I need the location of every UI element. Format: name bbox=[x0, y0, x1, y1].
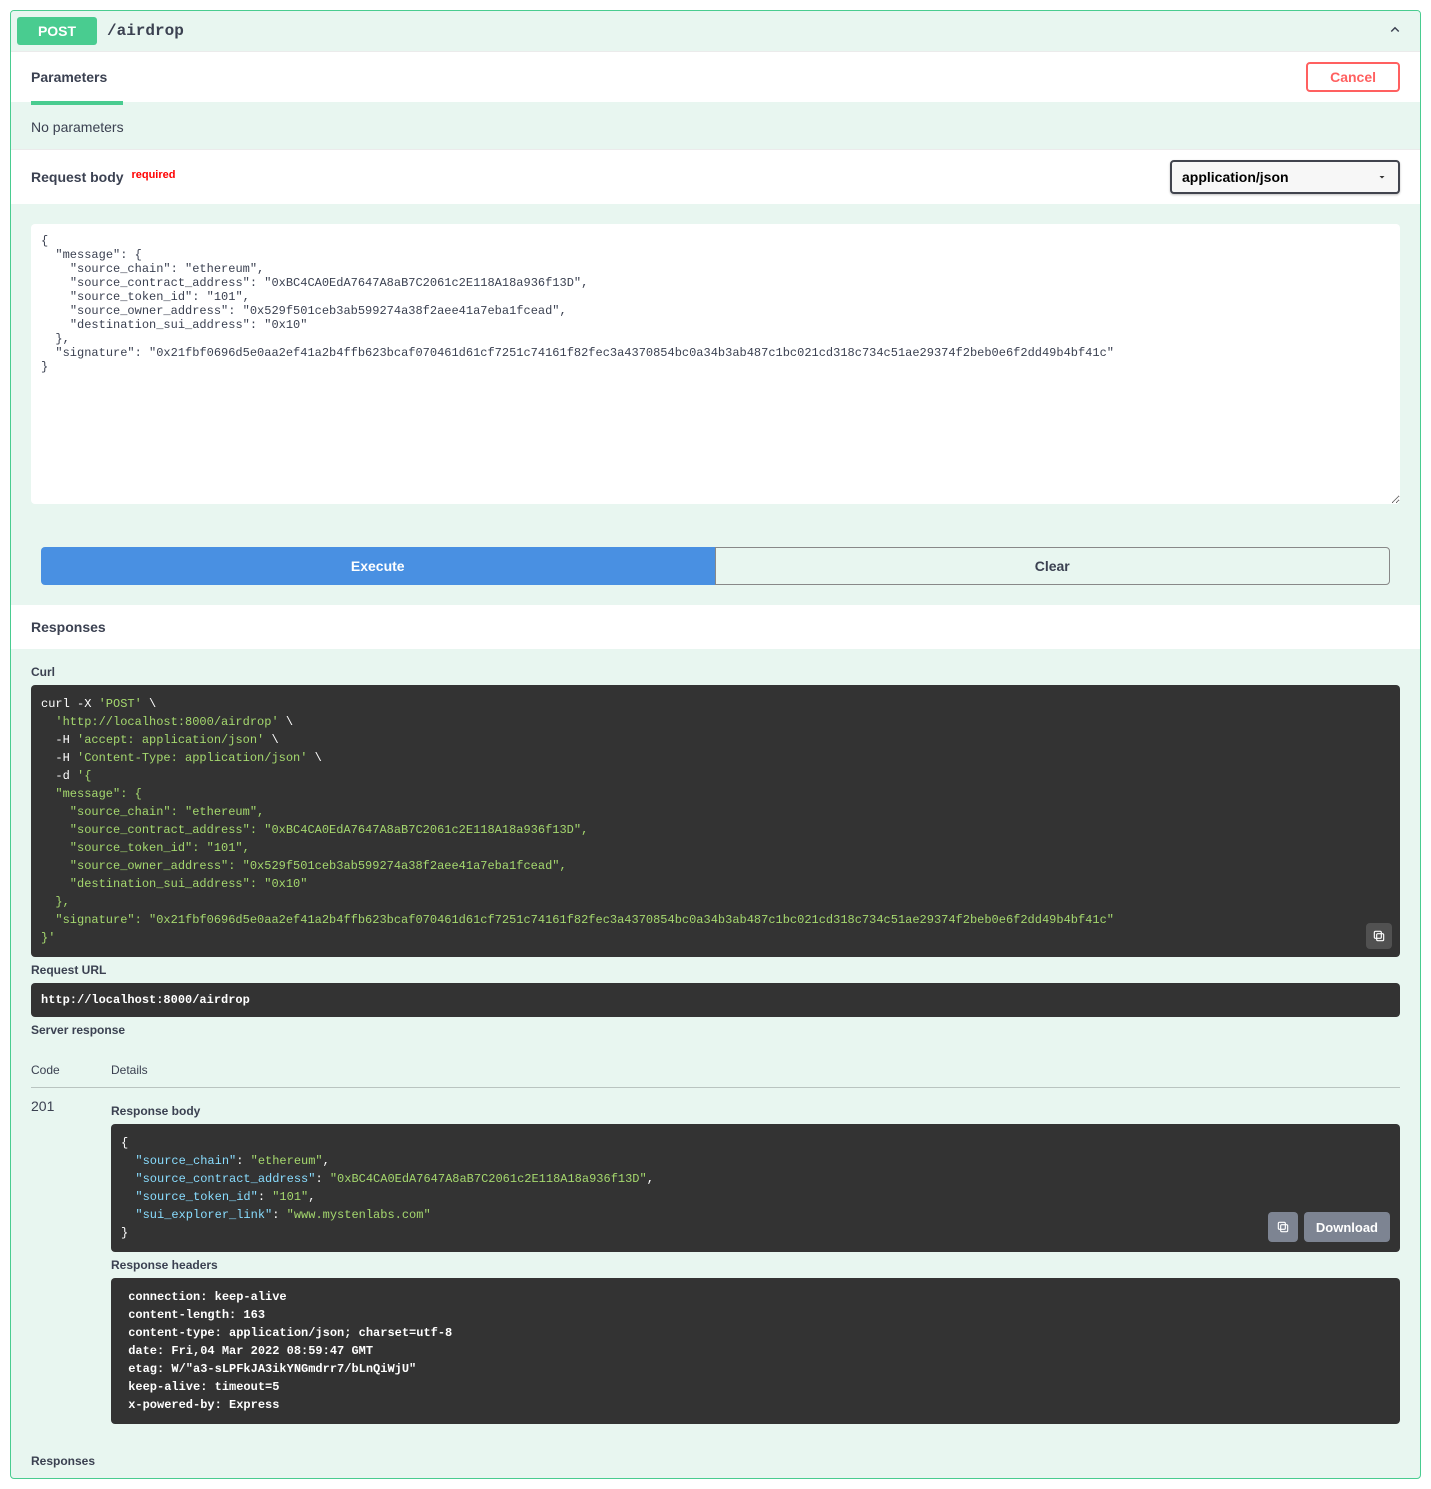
curl-code-block: curl -X 'POST' \ 'http://localhost:8000/… bbox=[31, 685, 1400, 957]
response-table: Code Details 201 Response body { "source… bbox=[11, 1053, 1420, 1444]
copy-curl-button[interactable] bbox=[1366, 923, 1392, 949]
responses-title: Responses bbox=[11, 605, 1420, 649]
operation-summary[interactable]: POST /airdrop bbox=[11, 11, 1420, 51]
execute-button[interactable]: Execute bbox=[41, 547, 715, 585]
request-url-value: http://localhost:8000/airdrop bbox=[31, 983, 1400, 1017]
response-headers-block: connection: keep-alive content-length: 1… bbox=[111, 1278, 1400, 1424]
no-parameters-text: No parameters bbox=[11, 105, 1420, 149]
copy-response-button[interactable] bbox=[1268, 1212, 1298, 1242]
response-code: 201 bbox=[31, 1098, 111, 1424]
required-badge: required bbox=[131, 169, 175, 181]
request-body-header: Request body required application/json bbox=[11, 149, 1420, 204]
cancel-button[interactable]: Cancel bbox=[1306, 62, 1400, 92]
request-body-title: Request body required bbox=[31, 169, 175, 185]
details-column-header: Details bbox=[111, 1063, 1400, 1077]
response-table-head: Code Details bbox=[31, 1053, 1400, 1088]
code-column-header: Code bbox=[31, 1063, 111, 1077]
action-button-row: Execute Clear bbox=[11, 527, 1420, 595]
chevron-up-icon bbox=[1386, 21, 1404, 42]
request-body-area: { "message": { "source_chain": "ethereum… bbox=[11, 204, 1420, 527]
responses-footer-section: Responses bbox=[11, 1444, 1420, 1478]
response-body-block: { "source_chain": "ethereum", "source_co… bbox=[111, 1124, 1400, 1252]
response-row: 201 Response body { "source_chain": "eth… bbox=[31, 1088, 1400, 1424]
curl-label: Curl bbox=[31, 665, 1400, 679]
curl-section: Curl curl -X 'POST' \ 'http://localhost:… bbox=[11, 649, 1420, 1053]
operation-block: POST /airdrop Parameters Cancel No param… bbox=[10, 10, 1421, 1479]
parameters-title: Parameters bbox=[31, 69, 107, 85]
content-type-select[interactable]: application/json bbox=[1170, 160, 1400, 194]
download-button[interactable]: Download bbox=[1304, 1212, 1390, 1242]
request-body-label: Request body bbox=[31, 169, 124, 185]
response-body-label: Response body bbox=[111, 1104, 1400, 1118]
responses-footer-label: Responses bbox=[31, 1454, 1400, 1468]
request-body-textarea[interactable]: { "message": { "source_chain": "ethereum… bbox=[31, 224, 1400, 504]
server-response-label: Server response bbox=[31, 1023, 1400, 1037]
request-url-label: Request URL bbox=[31, 963, 1400, 977]
clear-button[interactable]: Clear bbox=[715, 547, 1391, 585]
parameters-header: Parameters Cancel bbox=[11, 51, 1420, 102]
response-details: Response body { "source_chain": "ethereu… bbox=[111, 1098, 1400, 1424]
response-body-buttons: Download bbox=[1268, 1212, 1390, 1242]
endpoint-path: /airdrop bbox=[107, 22, 184, 40]
response-headers-label: Response headers bbox=[111, 1258, 1400, 1272]
http-method-badge: POST bbox=[17, 17, 97, 45]
